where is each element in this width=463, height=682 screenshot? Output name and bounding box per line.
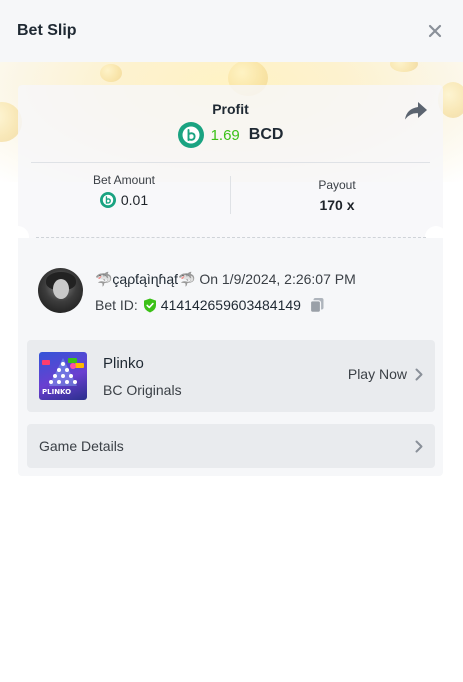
profit-label: Profit [212,101,249,117]
chevron-right-icon [415,368,423,380]
bet-amount-stat: Bet Amount 0.01 [18,173,230,208]
chevron-right-icon [415,440,423,452]
payout-label: Payout [318,178,356,192]
plinko-thumbnail: PLINKO [39,352,87,400]
bcd-coin-icon [177,122,204,148]
profit-card: Profit 1.69 BCD Bet Amount 0.01 Payout 1… [18,85,443,238]
page-title: Bet Slip [17,22,77,39]
bcd-coin-icon [99,192,116,208]
bet-slip-header: Bet Slip [0,0,463,62]
bet-amount-value: 0.01 [120,192,149,208]
user-name[interactable]: 🦈çąρƭąìɳɦąƭ🦈 [95,271,195,287]
plinko-logo-text: PLINKO [42,388,72,396]
profit-value: 1.69 [210,126,240,144]
game-details-label: Game Details [39,438,124,454]
game-row[interactable]: PLINKO Plinko BC Originals Play Now [27,340,435,412]
bet-details-card: 🦈çąρƭąìɳɦąƭ🦈 On 1/9/2024, 2:26:07 PM Bet… [18,238,443,476]
game-provider: BC Originals [103,382,182,398]
bet-date: On 1/9/2024, 2:26:07 PM [199,271,356,287]
play-now-button[interactable]: Play Now [348,366,423,382]
bet-user-line: 🦈çąρƭąìɳɦąƭ🦈 On 1/9/2024, 2:26:07 PM [95,271,356,288]
bet-id-label: Bet ID: [95,297,138,313]
bet-id-line: Bet ID: 414142659603484149 [95,297,325,313]
game-details-button[interactable]: Game Details [27,424,435,468]
bet-id-value: 414142659603484149 [160,297,301,313]
bet-amount-label: Bet Amount [92,173,156,187]
profit-currency: BCD [248,126,284,143]
shield-check-icon [143,298,156,312]
play-now-label: Play Now [347,366,407,382]
copy-icon[interactable] [309,297,325,313]
close-icon [428,24,442,38]
share-icon [405,102,427,120]
share-button[interactable] [404,101,430,123]
payout-stat: Payout 170 x [231,178,443,213]
close-button[interactable] [424,20,446,42]
profit-row: 1.69 BCD [18,122,443,148]
payout-value: 170 x [319,197,355,213]
divider [31,162,430,163]
game-name: Plinko [103,355,144,372]
avatar[interactable] [38,268,83,313]
